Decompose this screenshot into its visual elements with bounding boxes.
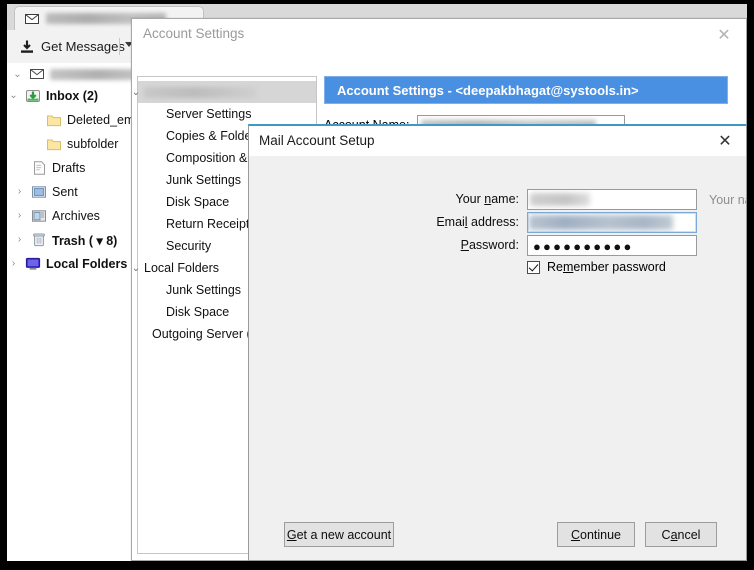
envelope-icon [29, 66, 45, 82]
folder-row[interactable]: › Local Folders [7, 253, 127, 275]
account-settings-tree-item-label: Junk Settings [166, 283, 242, 297]
your-name-input[interactable] [527, 189, 697, 210]
account-settings-titlebar: Account Settings ✕ [132, 19, 746, 50]
continue-button[interactable]: Continue [557, 522, 635, 547]
your-name-helper: Your name, as shown to others [709, 193, 746, 207]
account-settings-title: Account Settings [143, 26, 245, 41]
close-icon[interactable]: ✕ [702, 19, 746, 50]
get-messages-button[interactable]: Get Messages [13, 34, 131, 59]
get-a-new-account-button[interactable]: Get a new account [284, 522, 394, 547]
email-address-input[interactable] [527, 212, 697, 233]
account-settings-tree-item-label: Disk Space [166, 195, 230, 209]
remember-password-row[interactable]: Remember password [527, 260, 666, 274]
twisty-icon[interactable]: ⌄ [11, 69, 24, 80]
folder-row[interactable]: › Archives [7, 205, 100, 227]
folder-label: subfolder [67, 137, 119, 151]
account-settings-tree-item-label: Local Folders [144, 261, 220, 275]
archives-icon [31, 208, 47, 224]
twisty-icon[interactable]: ⌄ [7, 91, 20, 101]
folder-row[interactable]: subfolder [7, 133, 118, 155]
mail-account-setup-title: Mail Account Setup [259, 133, 375, 148]
twisty-icon[interactable]: › [7, 259, 20, 269]
email-address-value [529, 215, 673, 230]
twisty-icon[interactable]: ⌄ [132, 87, 144, 98]
folder-row[interactable]: › Sent [7, 181, 78, 203]
download-icon [19, 39, 35, 55]
get-messages-label: Get Messages [41, 39, 125, 54]
twisty-icon[interactable]: › [13, 235, 26, 245]
folder-label: Local Folders [46, 257, 128, 271]
password-input[interactable]: ●●●●●●●●●● [527, 235, 697, 256]
mail-account-setup-dialog: Mail Account Setup ✕ Your name: Your nam… [248, 124, 747, 561]
remember-password-checkbox[interactable] [527, 260, 540, 274]
email-address-label: Email address: [436, 215, 519, 229]
folder-label: Trash ( ▾ 8) [52, 233, 118, 248]
inbox-icon [25, 88, 41, 104]
sent-icon [31, 184, 47, 200]
folder-label: Inbox (2) [46, 89, 99, 103]
twisty-icon[interactable]: › [13, 211, 26, 221]
account-settings-pane-header: Account Settings - <deepakbhagat@systool… [324, 76, 728, 104]
envelope-icon [24, 11, 40, 27]
folder-row[interactable]: ⌄ Inbox (2) [7, 85, 98, 107]
folder-label: Sent [52, 185, 78, 199]
account-settings-tree-item-label: Disk Space [166, 305, 230, 319]
account-settings-tree-item[interactable]: Server Settings [138, 103, 316, 125]
account-settings-tree-item-label [144, 86, 256, 98]
folder-label: Drafts [52, 161, 86, 175]
local-folders-icon [25, 256, 41, 272]
your-name-label: Your name: [455, 192, 519, 206]
folder-row[interactable]: › Trash ( ▾ 8) [7, 229, 117, 251]
twisty-icon[interactable]: › [13, 187, 26, 197]
folder-label: Archives [52, 209, 100, 223]
close-icon[interactable]: ✕ [704, 126, 746, 156]
account-settings-tree-item-label: Server Settings [166, 107, 252, 121]
account-settings-tree-item-label: Return Receipts [166, 217, 256, 231]
toolbar-separator [119, 38, 120, 55]
folder-row[interactable]: Drafts [7, 157, 85, 179]
mail-account-setup-titlebar: Mail Account Setup ✕ [249, 126, 746, 157]
remember-password-label: Remember password [547, 260, 666, 274]
account-settings-tree-item-label: Security [166, 239, 212, 253]
trash-icon [31, 232, 47, 248]
twisty-icon[interactable]: ⌄ [132, 263, 144, 274]
drafts-icon [31, 160, 47, 176]
account-settings-tree-item[interactable]: ⌄ [132, 81, 316, 103]
password-label: Password: [460, 238, 519, 252]
account-settings-tree-item-label: Junk Settings [166, 173, 242, 187]
mail-account-setup-body: Your name: Your name, as shown to others… [249, 156, 746, 560]
screenshot-root: Get Messages ⌄ ⌄ Inbox (2) Deleted_emails s… [0, 0, 754, 570]
your-name-value [530, 193, 590, 206]
cancel-button[interactable]: Cancel [645, 522, 717, 547]
folder-icon [46, 112, 62, 128]
password-value: ●●●●●●●●●● [533, 239, 634, 254]
folder-icon [46, 136, 62, 152]
